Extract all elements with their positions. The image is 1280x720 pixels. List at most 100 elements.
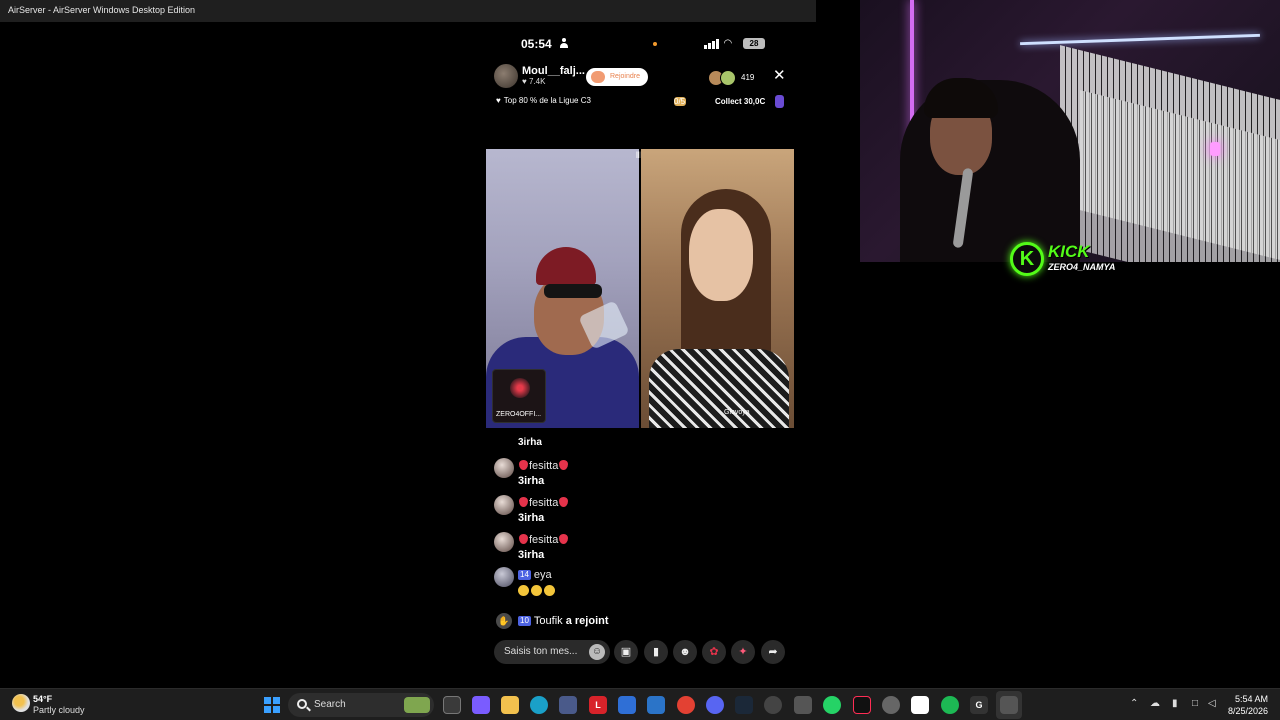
smiling-face-icon — [544, 585, 555, 596]
airserver-icon[interactable] — [1000, 696, 1018, 714]
volume-icon[interactable]: ◁ — [1208, 698, 1216, 709]
app-globe-icon[interactable] — [882, 696, 900, 714]
wifi-icon: ◠ — [724, 38, 732, 49]
app-grid-icon[interactable] — [794, 696, 812, 714]
recording-dot-icon — [653, 42, 657, 46]
chat-avatar[interactable] — [494, 495, 514, 515]
weather-temp: 54°F — [33, 694, 53, 704]
task-view-icon[interactable] — [443, 696, 461, 714]
stream-right[interactable]: Glovoya — [641, 149, 794, 428]
chevron-up-icon[interactable]: ⌃ — [1130, 698, 1138, 709]
chat-text: 3irha — [518, 549, 545, 561]
host-name: Moul__falj... — [522, 65, 585, 77]
window-title: AirServer - AirServer Windows Desktop Ed… — [8, 5, 196, 15]
join-label: Rejoindre — [610, 73, 640, 80]
whatsapp-icon[interactable] — [823, 696, 841, 714]
strawberry-icon — [559, 497, 569, 507]
windows-start-icon[interactable] — [264, 697, 280, 713]
gift-icon[interactable]: ✦ — [731, 640, 755, 664]
clock-time: 5:54 AM — [1234, 694, 1268, 704]
weather-condition: Partly cloudy — [33, 705, 85, 715]
person-icon — [560, 38, 568, 48]
search-highlight-icon — [404, 697, 430, 713]
chat-avatar[interactable] — [494, 567, 514, 587]
chat-feed: 3irha fesitta 3irha fesitta 3irha fesitt… — [494, 434, 784, 634]
capcut-icon[interactable] — [911, 696, 929, 714]
app-l-icon[interactable]: L — [589, 696, 607, 714]
file-explorer-icon[interactable] — [501, 696, 519, 714]
wave-hand-icon: ✋ — [496, 613, 512, 629]
app-pen-icon[interactable] — [618, 696, 636, 714]
strawberry-icon — [559, 534, 569, 544]
search-label: Search — [314, 699, 346, 710]
chat-avatar[interactable] — [494, 532, 514, 552]
chat-username: eya — [533, 569, 552, 581]
outlook-icon[interactable] — [647, 696, 665, 714]
mini-stream-card[interactable]: ZERO4OFFI... — [492, 369, 546, 423]
microphone-icon[interactable]: ▮ — [644, 640, 668, 664]
chrome-icon[interactable] — [677, 696, 695, 714]
rose-icon[interactable]: ✿ — [702, 640, 726, 664]
viewer-count[interactable]: 419 — [741, 73, 754, 82]
display-icon[interactable]: □ — [1192, 698, 1198, 709]
chat-text: 3irha — [518, 512, 545, 524]
edge-icon[interactable] — [530, 696, 548, 714]
airserver-window: AirServer - AirServer Windows Desktop Ed… — [0, 0, 816, 688]
strawberry-icon — [519, 534, 528, 544]
join-username[interactable]: Toufik — [534, 615, 563, 627]
webcam-feed — [860, 0, 1280, 262]
chat-username: fesitta — [529, 460, 559, 472]
stream-left[interactable]: ZERO4OFFI... — [486, 149, 639, 428]
emoji-icon[interactable]: ☺ — [589, 644, 605, 660]
host-likes-count: 7.4K — [528, 77, 546, 86]
close-icon[interactable]: ✕ — [773, 68, 786, 84]
kick-logo: K KICK ZERO4_NAMYA — [1010, 240, 1115, 280]
chat-message: fesitta 3irha — [494, 532, 784, 566]
discord-icon[interactable] — [706, 696, 724, 714]
taskbar-search[interactable]: Search — [288, 693, 434, 717]
host-profile[interactable]: Moul__falj... ♥ 7.4K — [494, 64, 594, 88]
tiktok-icon[interactable] — [853, 696, 871, 714]
clock-date: 8/25/2026 — [1227, 706, 1268, 716]
chat-message: fesitta 3irha — [494, 495, 784, 529]
spotify-icon[interactable] — [941, 696, 959, 714]
viewer-avatars[interactable] — [708, 70, 740, 86]
level-badge: 14 — [518, 570, 531, 580]
rose-logo-icon — [510, 378, 530, 398]
kick-icon: K — [1010, 242, 1044, 276]
collect-badge[interactable]: Collect 30,0C — [715, 97, 765, 106]
chat-message: 14 eya — [494, 567, 784, 601]
mini-stream-label: ZERO4OFFI... — [496, 411, 542, 418]
guests-icon[interactable]: ☻ — [673, 640, 697, 664]
message-input[interactable]: Saisis ton mes... ☺ — [494, 640, 610, 664]
message-placeholder: Saisis ton mes... — [504, 646, 578, 657]
strawberry-icon — [519, 497, 528, 507]
strawberry-icon — [519, 460, 528, 470]
app-g-icon[interactable]: G — [970, 696, 988, 714]
kick-username: ZERO4_NAMYA — [1048, 262, 1116, 272]
share-icon[interactable]: ➦ — [761, 640, 785, 664]
search-icon — [297, 699, 307, 709]
onedrive-icon[interactable]: ☁ — [1150, 698, 1160, 709]
gift-counter-value: 0/5 — [674, 97, 686, 106]
signal-icon — [704, 39, 720, 49]
partner-label: Glovoya — [724, 409, 750, 416]
copilot-icon[interactable] — [472, 696, 490, 714]
chat-avatar[interactable] — [494, 458, 514, 478]
join-button[interactable]: Rejoindre — [586, 68, 648, 86]
chat-text: 3irha — [518, 475, 545, 487]
microphone-tray-icon[interactable]: ▮ — [1172, 698, 1178, 709]
camera-off-icon[interactable]: ▣ — [614, 640, 638, 664]
strawberry-icon — [559, 460, 569, 470]
status-bar: 05:54 ◠ 28 — [486, 36, 794, 52]
join-action: a rejoint — [565, 615, 609, 627]
window-titlebar[interactable]: AirServer - AirServer Windows Desktop Ed… — [0, 0, 816, 22]
join-icon — [591, 71, 605, 83]
store-icon[interactable] — [559, 696, 577, 714]
chatgpt-icon[interactable] — [764, 696, 782, 714]
host-avatar[interactable] — [494, 64, 518, 88]
gift-counter[interactable]: 0/5 — [642, 96, 692, 108]
steam-icon[interactable] — [735, 696, 753, 714]
league-badge[interactable]: Top 80 % de la Ligue C3 — [496, 96, 591, 105]
smiling-face-icon — [531, 585, 542, 596]
